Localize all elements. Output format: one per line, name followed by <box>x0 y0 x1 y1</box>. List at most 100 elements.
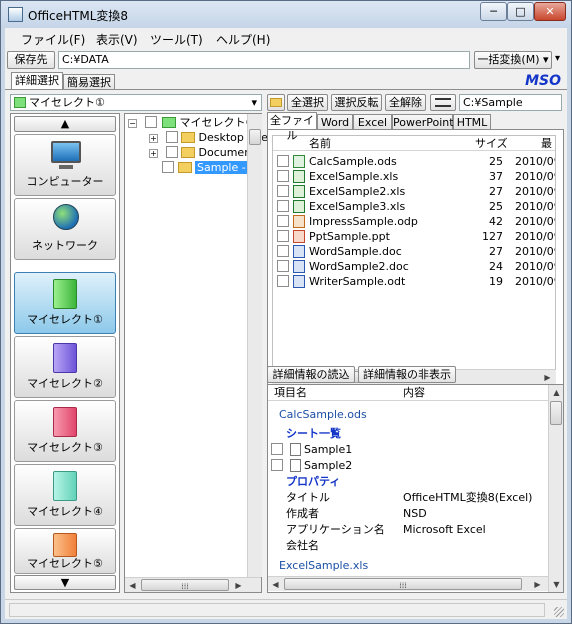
list-view-button[interactable] <box>430 94 456 111</box>
file-path-field[interactable]: C:¥Sample <box>459 94 562 111</box>
detail-vscroll-thumb[interactable] <box>550 401 562 425</box>
menu-tools[interactable]: ツール(T) <box>150 31 203 48</box>
invert-selection-button[interactable]: 選択反転 <box>331 94 382 111</box>
myselect-dropdown[interactable]: マイセレクト① ▾ <box>10 94 262 111</box>
sheet-row[interactable]: Sample2 <box>271 458 352 473</box>
computer-icon <box>51 141 81 163</box>
sheet-row[interactable]: Sample1 <box>271 442 352 457</box>
tree-horizontal-scrollbar[interactable]: ◀ ⁞⁞⁞ ▶ <box>125 577 261 592</box>
sheet-checkbox[interactable] <box>271 443 283 455</box>
tab-word[interactable]: Word <box>317 114 353 129</box>
file-row[interactable]: ImpressSample.odp 42 2010/09. <box>273 214 555 229</box>
tree-root[interactable]: − マイセレクト① <box>128 115 255 130</box>
file-row[interactable]: ExcelSample2.xls 27 2010/09. <box>273 184 555 199</box>
file-checkbox[interactable] <box>277 200 289 212</box>
detail-vertical-scrollbar[interactable]: ▲ ▼ <box>548 385 563 592</box>
folder-tree-panel: − マイセレクト① + Desktop Use + Documents Samp… <box>124 113 268 593</box>
nav-myselect-5[interactable]: マイセレクト⑤ <box>14 528 116 574</box>
file-checkbox[interactable] <box>277 170 289 182</box>
minimize-button[interactable]: ─ <box>480 2 507 21</box>
file-checkbox[interactable] <box>277 260 289 272</box>
tree-item-checkbox[interactable] <box>162 161 174 173</box>
nav-myselect-3[interactable]: マイセレクト③ <box>14 400 116 462</box>
tree-root-checkbox[interactable] <box>144 116 157 128</box>
tab-detail-select[interactable]: 詳細選択 <box>11 72 63 89</box>
column-date-header[interactable]: 最 <box>541 136 552 151</box>
menu-view[interactable]: 表示(V) <box>96 31 138 48</box>
hide-details-button[interactable]: 詳細情報の非表示 <box>358 366 456 383</box>
column-size-header[interactable]: サイズ <box>475 136 508 151</box>
scroll-right-icon[interactable]: ▶ <box>231 578 246 593</box>
scroll-right-icon[interactable]: ▶ <box>540 370 555 385</box>
file-row[interactable]: CalcSample.ods 25 2010/09. <box>273 154 555 169</box>
file-size: 25 <box>489 155 503 168</box>
column-name-header[interactable]: 名前 <box>309 136 331 151</box>
scroll-down-icon[interactable]: ▼ <box>549 577 564 592</box>
nav-myselect-4[interactable]: マイセレクト④ <box>14 464 116 526</box>
tree-item[interactable]: + Documents <box>149 145 261 160</box>
tab-powerpoint[interactable]: PowerPoint <box>392 114 454 129</box>
clear-all-button[interactable]: 全解除 <box>385 94 426 111</box>
file-list-panel: 名前 サイズ 最 CalcSample.ods252010/09.ExcelSa… <box>267 129 564 385</box>
scroll-left-icon[interactable]: ◀ <box>268 577 283 592</box>
status-panel <box>9 603 545 617</box>
load-details-button[interactable]: 詳細情報の読込 <box>267 366 355 383</box>
file-row[interactable]: PptSample.ppt 127 2010/09. <box>273 229 555 244</box>
scroll-up-icon[interactable]: ▲ <box>549 385 564 400</box>
file-checkbox[interactable] <box>277 215 289 227</box>
tree-vscroll-thumb[interactable] <box>249 129 261 145</box>
sheet-name: Sample2 <box>304 459 353 472</box>
tree-item-selected[interactable]: Sample - C <box>162 160 259 175</box>
nav-network[interactable]: ネットワーク <box>14 198 116 260</box>
save-location-button[interactable]: 保存先 <box>7 51 55 69</box>
nav-scroll-down-button[interactable]: ▼ <box>14 575 116 590</box>
file-row[interactable]: WordSample.doc 27 2010/09. <box>273 244 555 259</box>
sheet-icon <box>289 459 301 472</box>
file-row[interactable]: WriterSample.odt 19 2010/09. <box>273 274 555 289</box>
folder-up-button[interactable] <box>267 94 285 111</box>
detail-hscroll-thumb[interactable]: ⁞⁞⁞ <box>284 578 522 590</box>
file-name: ExcelSample3.xls <box>309 200 406 213</box>
tree-item-checkbox[interactable] <box>165 131 178 143</box>
nav-computer[interactable]: コンピューター <box>14 134 116 196</box>
menu-file[interactable]: ファイル(F) <box>21 31 85 48</box>
tab-all-files[interactable]: 全ファイル <box>267 112 317 142</box>
nav-scroll-up-button[interactable]: ▲ <box>14 116 116 132</box>
collapse-icon[interactable]: − <box>128 119 137 128</box>
expand-icon[interactable]: + <box>149 134 158 143</box>
tree-item-checkbox[interactable] <box>165 146 178 158</box>
file-date: 2010/09. <box>515 170 555 183</box>
file-date: 2010/09. <box>515 230 555 243</box>
menu-help[interactable]: ヘルプ(H) <box>216 31 270 48</box>
batch-convert-button[interactable]: 一括変換(M) ▾ <box>474 51 552 69</box>
expand-icon[interactable]: + <box>149 149 158 158</box>
title-bar[interactable]: OfficeHTML変換8 ─ □ ✕ <box>1 1 571 28</box>
tab-simple-select[interactable]: 簡易選択 <box>63 74 115 89</box>
select-all-button[interactable]: 全選択 <box>287 94 328 111</box>
tab-excel[interactable]: Excel <box>353 114 392 129</box>
file-date: 2010/09. <box>515 155 555 168</box>
file-row[interactable]: ExcelSample3.xls 25 2010/09. <box>273 199 555 214</box>
tab-html[interactable]: HTML <box>453 114 491 129</box>
save-path-field[interactable]: C:¥DATA <box>58 51 470 69</box>
file-row[interactable]: ExcelSample.xls 37 2010/09. <box>273 169 555 184</box>
file-row[interactable]: WordSample2.doc 24 2010/09. <box>273 259 555 274</box>
detail-horizontal-scrollbar[interactable]: ◀ ⁞⁞⁞ ▶ <box>268 576 548 591</box>
file-checkbox[interactable] <box>277 230 289 242</box>
resize-grip-icon[interactable] <box>554 607 564 617</box>
scroll-left-icon[interactable]: ◀ <box>125 578 140 593</box>
tree-vertical-scrollbar[interactable] <box>247 114 262 577</box>
tree-hscroll-thumb[interactable]: ⁞⁞⁞ <box>141 579 229 591</box>
file-checkbox[interactable] <box>277 245 289 257</box>
nav-myselect-1[interactable]: マイセレクト① <box>14 272 116 334</box>
scroll-right-icon[interactable]: ▶ <box>530 577 545 592</box>
close-button[interactable]: ✕ <box>534 2 566 21</box>
file-checkbox[interactable] <box>277 275 289 287</box>
file-checkbox[interactable] <box>277 155 289 167</box>
app-icon <box>8 7 23 22</box>
nav-myselect-2[interactable]: マイセレクト② <box>14 336 116 398</box>
file-checkbox[interactable] <box>277 185 289 197</box>
toolbar-overflow-icon[interactable]: ▾ <box>555 53 560 64</box>
maximize-button[interactable]: □ <box>507 2 534 21</box>
sheet-checkbox[interactable] <box>271 459 283 471</box>
